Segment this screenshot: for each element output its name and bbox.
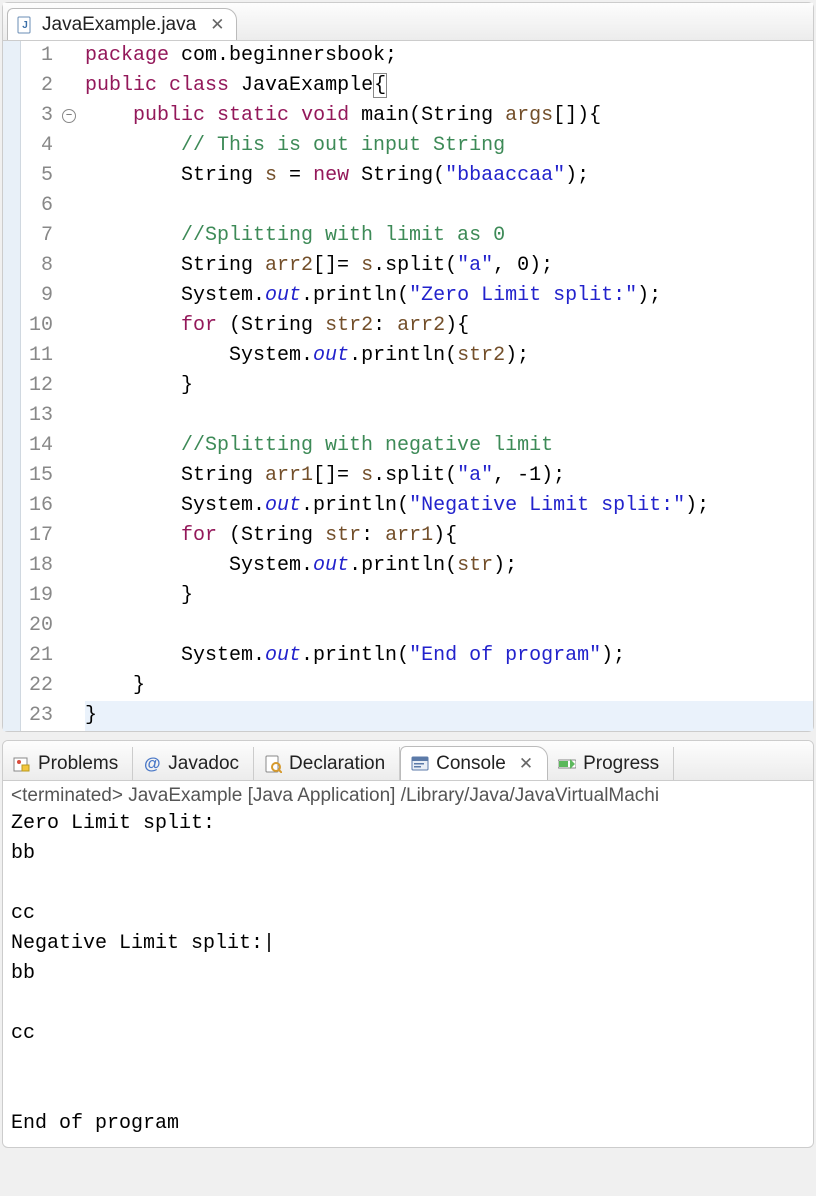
code-line[interactable]	[85, 611, 813, 641]
line-number: 1	[21, 41, 53, 71]
line-number: 10	[21, 311, 53, 341]
line-number: 7	[21, 221, 53, 251]
left-ruler	[3, 41, 21, 731]
code-line[interactable]: System.out.println("Negative Limit split…	[85, 491, 813, 521]
code-line[interactable]	[85, 401, 813, 431]
code-line[interactable]	[85, 191, 813, 221]
line-number: 22	[21, 671, 53, 701]
line-number: 19	[21, 581, 53, 611]
code-line[interactable]: for (String str: arr1){	[85, 521, 813, 551]
code-line[interactable]: }	[85, 581, 813, 611]
tab-label: Progress	[583, 753, 659, 775]
code-line[interactable]: System.out.println(str);	[85, 551, 813, 581]
javadoc-icon: @	[143, 755, 161, 773]
bottom-panel: Problems @ Javadoc Declaration	[2, 740, 814, 1148]
code-body[interactable]: package com.beginnersbook;public class J…	[79, 41, 813, 731]
editor-tab-label: JavaExample.java	[42, 14, 196, 36]
close-icon[interactable]: ✕	[204, 15, 224, 35]
editor-tab-javaexample[interactable]: J JavaExample.java ✕	[7, 8, 237, 40]
problems-icon	[13, 755, 31, 773]
line-number: 12	[21, 371, 53, 401]
line-number: 21	[21, 641, 53, 671]
fold-toggle-icon[interactable]: −	[62, 109, 76, 123]
line-number: 8	[21, 251, 53, 281]
code-line[interactable]: System.out.println(str2);	[85, 341, 813, 371]
tab-problems[interactable]: Problems	[3, 747, 133, 780]
line-number: 14	[21, 431, 53, 461]
line-number: 4	[21, 131, 53, 161]
svg-text:J: J	[22, 20, 28, 31]
line-number: 18	[21, 551, 53, 581]
code-line[interactable]: System.out.println("End of program");	[85, 641, 813, 671]
fold-column: −	[61, 41, 79, 731]
editor-pane: J JavaExample.java ✕ 1234567891011121314…	[2, 2, 814, 732]
tab-progress[interactable]: Progress	[548, 747, 674, 780]
code-line[interactable]: for (String str2: arr2){	[85, 311, 813, 341]
code-line[interactable]: String arr1[]= s.split("a", -1);	[85, 461, 813, 491]
line-number: 11	[21, 341, 53, 371]
line-number: 15	[21, 461, 53, 491]
code-line[interactable]: public class JavaExample{	[85, 71, 813, 101]
console-status: <terminated> JavaExample [Java Applicati…	[3, 781, 813, 809]
code-line[interactable]: }	[85, 671, 813, 701]
line-number: 6	[21, 191, 53, 221]
line-number: 2	[21, 71, 53, 101]
tab-console[interactable]: Console ✕	[400, 746, 548, 781]
tab-declaration[interactable]: Declaration	[254, 747, 400, 780]
line-number: 9	[21, 281, 53, 311]
code-line[interactable]: }	[85, 701, 813, 731]
editor-tabbar: J JavaExample.java ✕	[3, 3, 813, 41]
line-number-gutter: 1234567891011121314151617181920212223	[21, 41, 61, 731]
code-line[interactable]: package com.beginnersbook;	[85, 41, 813, 71]
code-line[interactable]: System.out.println("Zero Limit split:");	[85, 281, 813, 311]
bottom-tabbar: Problems @ Javadoc Declaration	[3, 741, 813, 781]
close-icon[interactable]: ✕	[513, 754, 533, 774]
code-line[interactable]: //Splitting with negative limit	[85, 431, 813, 461]
line-number: 23	[21, 701, 53, 731]
line-number: 17	[21, 521, 53, 551]
line-number: 16	[21, 491, 53, 521]
tab-label: Console	[436, 753, 506, 775]
tab-label: Declaration	[289, 753, 385, 775]
code-line[interactable]: String s = new String("bbaaccaa");	[85, 161, 813, 191]
progress-icon	[558, 755, 576, 773]
console-icon	[411, 755, 429, 773]
tab-label: Javadoc	[168, 753, 239, 775]
line-number: 20	[21, 611, 53, 641]
tab-javadoc[interactable]: @ Javadoc	[133, 747, 254, 780]
line-number: 13	[21, 401, 53, 431]
code-line[interactable]: //Splitting with limit as 0	[85, 221, 813, 251]
line-number: 5	[21, 161, 53, 191]
code-line[interactable]: public static void main(String args[]){	[85, 101, 813, 131]
declaration-icon	[264, 755, 282, 773]
java-file-icon: J	[16, 16, 34, 34]
code-editor[interactable]: 1234567891011121314151617181920212223 − …	[3, 41, 813, 731]
console-output[interactable]: Zero Limit split: bb cc Negative Limit s…	[3, 809, 813, 1147]
code-line[interactable]: String arr2[]= s.split("a", 0);	[85, 251, 813, 281]
code-line[interactable]: }	[85, 371, 813, 401]
tab-label: Problems	[38, 753, 118, 775]
line-number: 3	[21, 101, 53, 131]
code-line[interactable]: // This is out input String	[85, 131, 813, 161]
